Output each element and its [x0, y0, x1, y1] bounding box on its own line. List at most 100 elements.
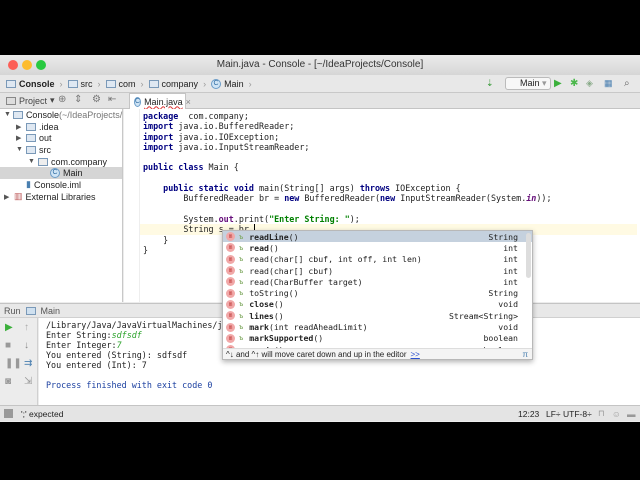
- method-icon: m: [226, 333, 235, 343]
- completion-item[interactable]: m ъ mark (int readAheadLimit) void: [223, 321, 532, 332]
- event-log-icon[interactable]: ▬: [627, 409, 636, 419]
- code-token: main(String[] args): [253, 183, 360, 194]
- tree-item[interactable]: ▼ src: [0, 144, 122, 156]
- dump-threads-icon[interactable]: ◙: [5, 376, 11, 387]
- tree-item[interactable]: ▶ ▥ External Libraries: [0, 191, 122, 203]
- tree-item[interactable]: ▼ com.company: [0, 156, 122, 168]
- breadcrumb-src[interactable]: src: [67, 79, 93, 89]
- make-project-icon[interactable]: ⇣: [486, 78, 494, 89]
- code-token: BufferedReader br =: [143, 193, 285, 204]
- run-config-select[interactable]: Main ▾: [505, 77, 551, 90]
- pause-icon[interactable]: ❚❚: [5, 358, 22, 369]
- return-type: void: [498, 299, 518, 310]
- stop-icon[interactable]: ■: [5, 340, 11, 351]
- rerun-icon[interactable]: ▶: [5, 322, 13, 333]
- zoom-window-button[interactable]: [36, 60, 46, 70]
- lock-icon[interactable]: ⊓: [598, 408, 605, 419]
- code-token: You entered (String): sdfsdf: [46, 350, 188, 360]
- up-arrow-icon[interactable]: ↑: [24, 322, 29, 333]
- code-token: import: [143, 141, 174, 152]
- toggle-tool-windows-icon[interactable]: [4, 409, 13, 418]
- project-structure-icon[interactable]: ▦: [604, 78, 613, 89]
- breadcrumb-com[interactable]: com: [105, 78, 136, 89]
- code-line[interactable]: [143, 173, 637, 183]
- method-params: (char[] cbuf, int off, int len): [268, 254, 422, 265]
- tree-item[interactable]: ▮ Console.iml: [0, 179, 122, 191]
- soft-wrap-icon[interactable]: ⇉: [24, 358, 32, 369]
- tree-item-label: External Libraries: [25, 191, 96, 202]
- code-line[interactable]: public class Main {: [143, 162, 637, 172]
- class-icon: C: [134, 96, 142, 107]
- debug-icon[interactable]: ✱: [570, 78, 578, 89]
- expand-arrow-icon[interactable]: ▼: [4, 111, 11, 118]
- close-window-button[interactable]: [8, 60, 18, 70]
- method-name: read: [249, 276, 269, 287]
- gear-icon[interactable]: ⚙: [92, 94, 101, 105]
- completion-item[interactable]: m ъ read (CharBuffer target) int: [223, 276, 532, 287]
- class-icon: C: [50, 168, 60, 179]
- project-view-select[interactable]: Project ▾: [6, 95, 55, 106]
- breadcrumb-console[interactable]: Console: [6, 79, 55, 89]
- code-line[interactable]: [143, 204, 637, 214]
- return-type: int: [503, 254, 518, 265]
- run-icon[interactable]: ▶: [554, 78, 562, 89]
- minimize-window-button[interactable]: [22, 60, 32, 70]
- scroll-from-source-icon[interactable]: ⊕: [58, 94, 66, 105]
- code-line[interactable]: import java.io.IOException;: [143, 132, 637, 142]
- tab-main-java[interactable]: C Main.java ×: [129, 93, 191, 109]
- tree-item-label: Console: [25, 109, 59, 120]
- hint-link[interactable]: >>: [411, 350, 420, 359]
- tree-item[interactable]: ▼ Console (~/IdeaProjects/: [0, 109, 122, 121]
- code-token: ));: [536, 193, 552, 204]
- expand-arrow-icon[interactable]: ▶: [16, 123, 24, 131]
- completion-item[interactable]: m ъ markSupported() boolean: [223, 333, 532, 344]
- down-arrow-icon[interactable]: ↓: [24, 340, 29, 351]
- tree-item[interactable]: C Main: [0, 167, 122, 180]
- breadcrumb-company[interactable]: company: [148, 79, 198, 89]
- code-line[interactable]: package com.company;: [143, 111, 637, 121]
- tree-item[interactable]: ▶ .idea: [0, 121, 122, 133]
- method-name: close: [249, 299, 274, 310]
- code-line[interactable]: System.out.print("Enter String: ");: [143, 214, 637, 224]
- code-line[interactable]: [143, 152, 637, 162]
- completion-item[interactable]: m ъ close() void: [223, 299, 532, 310]
- search-icon[interactable]: ⌕: [624, 78, 630, 89]
- scroll-to-end-icon[interactable]: ⇲: [24, 376, 32, 387]
- method-params: (int readAheadLimit): [268, 322, 368, 333]
- breadcrumb-label: com: [118, 78, 136, 89]
- code-line[interactable]: import java.io.InputStreamReader;: [143, 142, 637, 152]
- coverage-icon[interactable]: ◈: [586, 78, 593, 89]
- line-separator[interactable]: LF÷: [546, 409, 561, 419]
- pi-icon[interactable]: π: [522, 349, 528, 359]
- expand-arrow-icon[interactable]: ▼: [28, 158, 36, 165]
- completion-item[interactable]: m ъ toString() String: [223, 287, 532, 298]
- code-line[interactable]: BufferedReader br = new BufferedReader(n…: [143, 193, 637, 203]
- caret-position[interactable]: 12:23: [518, 409, 539, 419]
- hide-panel-icon[interactable]: ⇤: [108, 94, 116, 105]
- collapse-all-icon[interactable]: ⇕: [74, 94, 82, 105]
- completion-item[interactable]: m ъ lines() Stream<String>: [223, 310, 532, 321]
- return-type: Stream<String>: [448, 310, 518, 321]
- completion-scrollbar[interactable]: [526, 233, 531, 278]
- inspector-icon[interactable]: ☺: [612, 409, 621, 419]
- completion-item[interactable]: m ъ read() int: [223, 242, 532, 253]
- tree-item[interactable]: ▶ out: [0, 132, 122, 144]
- completion-item[interactable]: m ъ read (char[] cbuf, int off, int len) int: [223, 254, 532, 265]
- expand-arrow-icon[interactable]: ▶: [16, 134, 24, 142]
- folder-icon: [26, 145, 36, 154]
- expand-arrow-icon[interactable]: ▶: [4, 193, 12, 201]
- run-tab[interactable]: Main: [41, 306, 61, 316]
- expand-arrow-icon[interactable]: ▼: [16, 146, 24, 153]
- completion-item[interactable]: m ъ readLine() String: [223, 231, 532, 243]
- code-token: System.: [143, 213, 219, 224]
- code-line[interactable]: import java.io.BufferedReader;: [143, 121, 637, 131]
- folder-icon: [26, 122, 36, 131]
- file-encoding[interactable]: UTF-8÷: [563, 409, 592, 419]
- tree-item-label: com.company: [51, 156, 108, 167]
- code-line[interactable]: public static void main(String[] args) t…: [143, 183, 637, 193]
- completion-item[interactable]: m ъ read (char[] cbuf) int: [223, 265, 532, 276]
- return-type: String: [488, 231, 518, 242]
- breadcrumb-main[interactable]: C Main: [211, 78, 244, 89]
- close-tab-icon[interactable]: ×: [186, 97, 191, 107]
